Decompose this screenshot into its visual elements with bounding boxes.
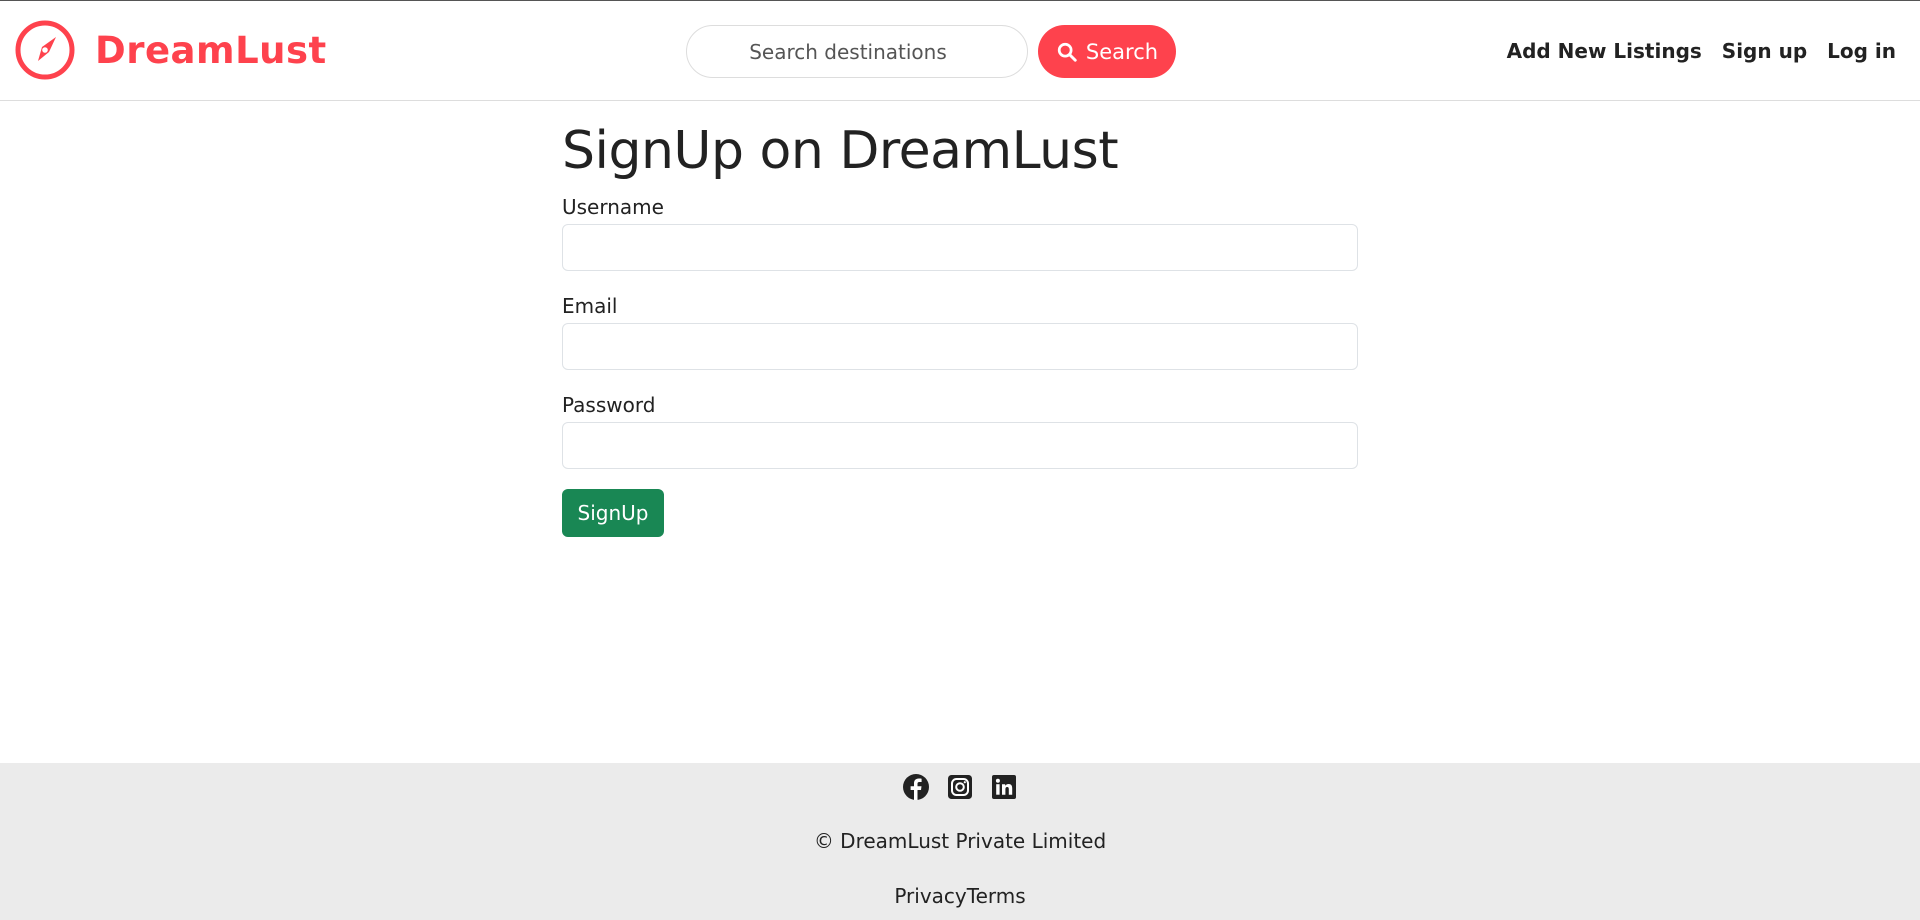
username-label: Username	[562, 195, 664, 219]
signup-form: Username Email Password SignUp	[562, 194, 1358, 537]
search-icon	[1057, 42, 1077, 62]
privacy-link[interactable]: Privacy	[894, 884, 966, 908]
nav-login-link[interactable]: Log in	[1827, 39, 1896, 63]
linkedin-link[interactable]	[990, 773, 1018, 801]
social-links	[0, 773, 1920, 801]
username-group: Username	[562, 194, 1358, 271]
email-group: Email	[562, 293, 1358, 370]
username-field[interactable]	[562, 224, 1358, 271]
terms-link[interactable]: Terms	[967, 884, 1026, 908]
search-input[interactable]	[686, 25, 1028, 78]
brand-link[interactable]: DreamLust	[14, 19, 327, 81]
footer: © DreamLust Private Limited PrivacyTerms	[0, 763, 1920, 920]
search-button[interactable]: Search	[1038, 25, 1176, 78]
copyright-text: © DreamLust Private Limited	[813, 829, 1107, 853]
page-title: SignUp on DreamLust	[562, 121, 1119, 181]
password-field[interactable]	[562, 422, 1358, 469]
signup-form-container: SignUp on DreamLust Username Email Passw…	[562, 118, 1358, 537]
instagram-link[interactable]	[946, 773, 974, 801]
instagram-icon	[948, 775, 972, 799]
nav-add-listing-link[interactable]: Add New Listings	[1507, 39, 1702, 63]
email-field[interactable]	[562, 323, 1358, 370]
nav-links: Add New Listings Sign up Log in	[1487, 39, 1896, 63]
email-label: Email	[562, 294, 618, 318]
password-group: Password	[562, 392, 1358, 469]
nav-signup-link[interactable]: Sign up	[1722, 39, 1807, 63]
facebook-link[interactable]	[902, 773, 930, 801]
linkedin-icon	[992, 775, 1016, 799]
footer-links: PrivacyTerms	[0, 884, 1920, 908]
password-label: Password	[562, 393, 656, 417]
brand-name: DreamLust	[95, 28, 327, 72]
compass-icon	[15, 20, 75, 80]
facebook-icon	[903, 774, 929, 800]
search-button-label: Search	[1085, 39, 1159, 64]
navbar: DreamLust Search Add New Listings Sign u…	[0, 0, 1920, 101]
signup-submit-button[interactable]: SignUp	[562, 489, 664, 537]
